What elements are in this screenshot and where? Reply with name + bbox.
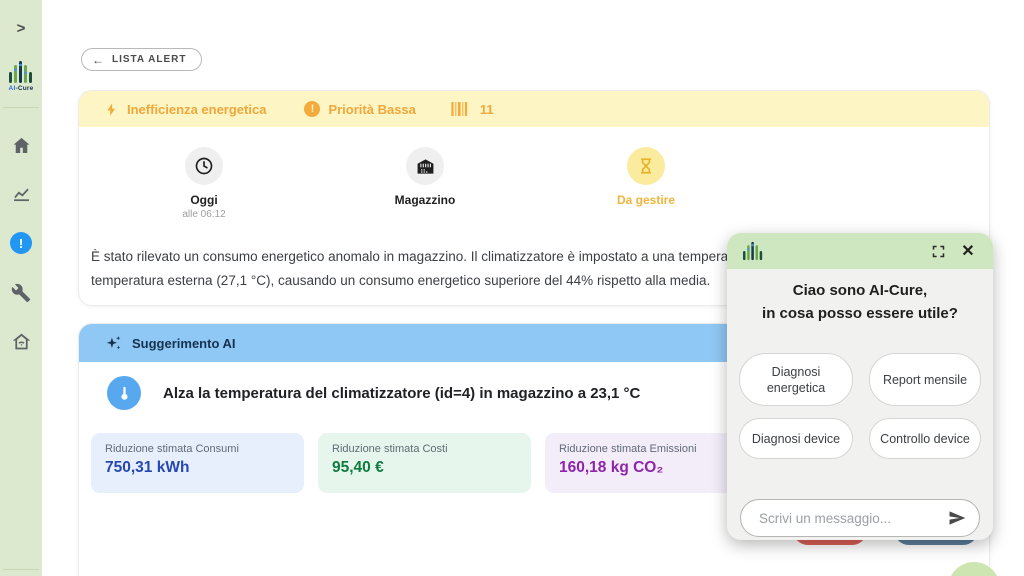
suggestion-action-text: Alza la temperatura del climatizzatore (… <box>163 385 640 402</box>
logo-bars-icon <box>8 60 34 84</box>
logo-text: AI-Cure <box>0 85 42 92</box>
lightning-bolt-icon <box>104 102 119 117</box>
app-logo: AI-Cure <box>0 60 42 92</box>
thermometer-badge <box>107 376 141 410</box>
stat-emissioni-label: Riduzione stimata Emissioni <box>559 443 744 455</box>
stat-emissioni-value: 160,18 kg CO₂ <box>559 459 744 477</box>
line-chart-icon <box>11 184 32 205</box>
stat-card-costi: Riduzione stimata Costi 95,40 € <box>318 433 531 493</box>
alert-badge-icon: ! <box>10 232 32 254</box>
warehouse-icon <box>416 157 435 176</box>
home-icon <box>11 135 32 156</box>
ai-sparkle-icon <box>104 334 123 353</box>
stat-costi-value: 95,40 € <box>332 459 517 477</box>
alert-meta-location: Magazzino <box>345 147 505 207</box>
sidebar: > AI-Cure ! <box>0 0 42 576</box>
sidebar-collapse-icon[interactable]: > <box>0 20 42 37</box>
fullscreen-icon <box>931 244 946 259</box>
thermometer-icon <box>116 385 133 402</box>
chat-input-container <box>740 499 980 537</box>
chat-message-input[interactable] <box>759 511 945 526</box>
alert-card-header: Inefficienza energetica ! Priorità Bassa… <box>79 91 989 127</box>
smart-home-icon <box>11 331 32 352</box>
hourglass-icon <box>637 157 655 175</box>
stat-consumi-label: Riduzione stimata Consumi <box>105 443 290 455</box>
chat-header: ✕ <box>727 233 993 269</box>
priority-warning-icon: ! <box>304 101 320 117</box>
chat-logo-bars-icon <box>741 241 765 261</box>
wrench-icon <box>11 283 31 303</box>
app-screen: > AI-Cure ! <box>0 0 1024 576</box>
sidebar-item-smart-home[interactable] <box>0 331 42 352</box>
quick-action-controllo-device[interactable]: Controllo device <box>869 418 981 459</box>
chat-expand-button[interactable] <box>927 240 949 262</box>
sidebar-divider <box>3 107 39 108</box>
alert-priority-label: Priorità Bassa <box>328 102 415 117</box>
chat-greeting-line1: Ciao sono AI-Cure, <box>727 279 993 302</box>
sidebar-item-alerts[interactable]: ! <box>0 232 42 254</box>
meta-date-label: Oggi <box>124 193 284 207</box>
meta-circle <box>627 147 665 185</box>
chat-widget: ✕ Ciao sono AI-Cure, in cosa posso esser… <box>727 233 993 540</box>
meta-circle <box>406 147 444 185</box>
meta-date-time: alle 06:12 <box>124 209 284 220</box>
quick-action-report-mensile[interactable]: Report mensile <box>869 353 981 406</box>
stat-costi-label: Riduzione stimata Costi <box>332 443 517 455</box>
clock-icon <box>194 156 214 176</box>
meta-location-label: Magazzino <box>345 193 505 207</box>
alert-meta-date: Oggi alle 06:12 <box>124 147 284 220</box>
stat-consumi-value: 750,31 kWh <box>105 459 290 477</box>
alert-count: 11 <box>480 102 494 117</box>
sidebar-item-home[interactable] <box>0 135 42 156</box>
meta-circle <box>185 147 223 185</box>
back-arrow-icon: ← <box>92 53 105 67</box>
stat-card-consumi: Riduzione stimata Consumi 750,31 kWh <box>91 433 304 493</box>
chat-close-button[interactable]: ✕ <box>957 240 979 262</box>
suggestion-row: Alza la temperatura del climatizzatore (… <box>107 376 640 410</box>
alert-type-label: Inefficienza energetica <box>127 102 266 117</box>
meta-status-label: Da gestire <box>566 193 726 207</box>
back-to-alert-list-button[interactable]: ← LISTA ALERT <box>81 48 202 71</box>
alert-meta-status: Da gestire <box>566 147 726 207</box>
sidebar-item-tools[interactable] <box>0 283 42 303</box>
quick-action-diagnosi-energetica[interactable]: Diagnosi energetica <box>739 353 853 406</box>
sidebar-item-analytics[interactable] <box>0 184 42 205</box>
chat-greeting: Ciao sono AI-Cure, in cosa posso essere … <box>727 279 993 325</box>
chat-greeting-line2: in cosa posso essere utile? <box>727 302 993 325</box>
send-message-button[interactable] <box>945 506 969 530</box>
quick-action-diagnosi-device[interactable]: Diagnosi device <box>739 418 853 459</box>
suggestion-header-label: Suggerimento AI <box>132 336 236 351</box>
sidebar-divider <box>3 569 39 570</box>
counter-barcode-icon <box>450 102 472 116</box>
send-icon <box>947 508 967 528</box>
back-button-label: LISTA ALERT <box>112 54 187 65</box>
